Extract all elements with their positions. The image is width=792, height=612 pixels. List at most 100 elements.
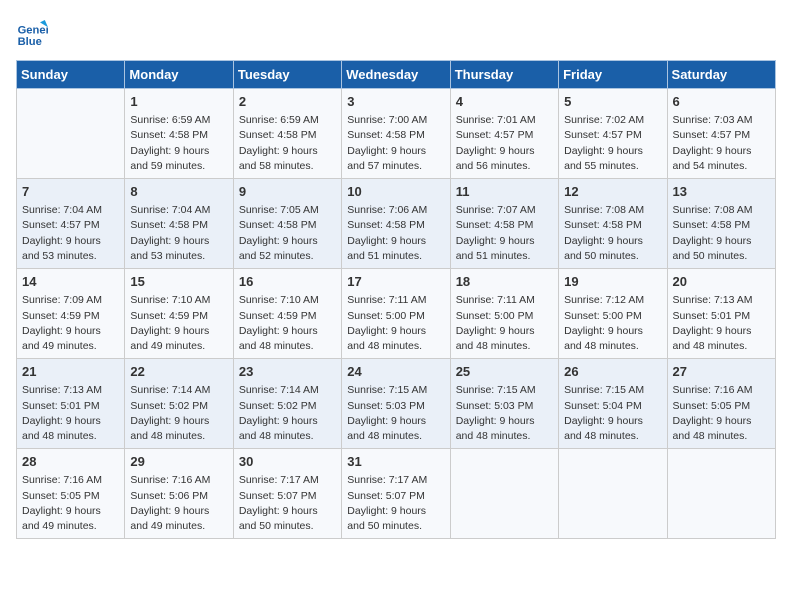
day-info: Sunrise: 7:15 AMSunset: 5:04 PMDaylight:… — [564, 383, 661, 444]
day-info: Sunrise: 7:07 AMSunset: 4:58 PMDaylight:… — [456, 203, 553, 264]
calendar-cell: 6Sunrise: 7:03 AMSunset: 4:57 PMDaylight… — [667, 89, 775, 179]
weekday-header: Saturday — [667, 61, 775, 89]
calendar-cell: 8Sunrise: 7:04 AMSunset: 4:58 PMDaylight… — [125, 179, 233, 269]
weekday-header: Monday — [125, 61, 233, 89]
calendar-cell: 27 Sunrise: 7:16 AMSunset: 5:05 PMDayligh… — [667, 359, 775, 449]
day-info: Sunrise: 7:17 AMSunset: 5:07 PMDaylight:… — [347, 473, 444, 534]
day-number: 15 — [130, 273, 227, 291]
calendar-cell: 29Sunrise: 7:16 AMSunset: 5:06 PMDayligh… — [125, 449, 233, 539]
day-info: Sunrise: 7:11 AMSunset: 5:00 PMDaylight:… — [347, 293, 444, 354]
day-info: Sunrise: 7:13 AMSunset: 5:01 PMDaylight:… — [673, 293, 770, 354]
calendar-cell — [667, 449, 775, 539]
calendar-cell: 11 Sunrise: 7:07 AMSunset: 4:58 PMDayligh… — [450, 179, 558, 269]
day-number: 5 — [564, 93, 661, 111]
day-number: 27 — [673, 363, 770, 381]
day-number: 16 — [239, 273, 336, 291]
day-info: Sunrise: 7:16 AMSunset: 5:05 PMDaylight:… — [673, 383, 770, 444]
calendar-header: SundayMondayTuesdayWednesdayThursdayFrid… — [17, 61, 776, 89]
day-number: 14 — [22, 273, 119, 291]
calendar-cell: 22 Sunrise: 7:14 AMSunset: 5:02 PMDayligh… — [125, 359, 233, 449]
day-info: Sunrise: 7:08 AMSunset: 4:58 PMDaylight:… — [673, 203, 770, 264]
calendar-cell: 3 Sunrise: 7:00 AMSunset: 4:58 PMDaylight… — [342, 89, 450, 179]
day-number: 29 — [130, 453, 227, 471]
day-number: 3 — [347, 93, 444, 111]
day-info: Sunrise: 7:08 AMSunset: 4:58 PMDaylight:… — [564, 203, 661, 264]
day-number: 11 — [456, 183, 553, 201]
calendar-cell: 28 Sunrise: 7:16 AMSunset: 5:05 PMDayligh… — [17, 449, 125, 539]
weekday-header: Thursday — [450, 61, 558, 89]
day-number: 12 — [564, 183, 661, 201]
calendar-cell: 14Sunrise: 7:09 AMSunset: 4:59 PMDayligh… — [17, 269, 125, 359]
day-info: Sunrise: 7:15 AMSunset: 5:03 PMDaylight:… — [456, 383, 553, 444]
calendar-week-row: 28 Sunrise: 7:16 AMSunset: 5:05 PMDayligh… — [17, 449, 776, 539]
calendar-cell: 4Sunrise: 7:01 AMSunset: 4:57 PMDaylight… — [450, 89, 558, 179]
logo: General Blue — [16, 16, 52, 48]
day-info: Sunrise: 7:12 AMSunset: 5:00 PMDaylight:… — [564, 293, 661, 354]
day-info: Sunrise: 7:14 AMSunset: 5:02 PMDaylight:… — [130, 383, 227, 444]
day-info: Sunrise: 7:00 AMSunset: 4:58 PMDaylight:… — [347, 113, 444, 174]
calendar-cell: 2 Sunrise: 6:59 AMSunset: 4:58 PMDaylight… — [233, 89, 341, 179]
day-info: Sunrise: 7:10 AMSunset: 4:59 PMDaylight:… — [239, 293, 336, 354]
day-info: Sunrise: 7:16 AMSunset: 5:05 PMDaylight:… — [22, 473, 119, 534]
day-number: 24 — [347, 363, 444, 381]
calendar-cell: 1 Sunrise: 6:59 AMSunset: 4:58 PMDaylight… — [125, 89, 233, 179]
day-number: 21 — [22, 363, 119, 381]
day-info: Sunrise: 7:04 AMSunset: 4:57 PMDaylight:… — [22, 203, 119, 264]
day-number: 31 — [347, 453, 444, 471]
day-number: 28 — [22, 453, 119, 471]
day-number: 9 — [239, 183, 336, 201]
day-info: Sunrise: 6:59 AMSunset: 4:58 PMDaylight:… — [130, 113, 227, 174]
day-info: Sunrise: 7:13 AMSunset: 5:01 PMDaylight:… — [22, 383, 119, 444]
day-number: 22 — [130, 363, 227, 381]
calendar-cell — [559, 449, 667, 539]
calendar-cell: 12 Sunrise: 7:08 AMSunset: 4:58 PMDayligh… — [559, 179, 667, 269]
day-info: Sunrise: 7:14 AMSunset: 5:02 PMDaylight:… — [239, 383, 336, 444]
calendar-cell: 31 Sunrise: 7:17 AMSunset: 5:07 PMDayligh… — [342, 449, 450, 539]
calendar-cell: 15 Sunrise: 7:10 AMSunset: 4:59 PMDayligh… — [125, 269, 233, 359]
day-number: 7 — [22, 183, 119, 201]
day-info: Sunrise: 7:05 AMSunset: 4:58 PMDaylight:… — [239, 203, 336, 264]
day-number: 10 — [347, 183, 444, 201]
day-info: Sunrise: 7:11 AMSunset: 5:00 PMDaylight:… — [456, 293, 553, 354]
logo-icon: General Blue — [16, 16, 48, 48]
calendar-cell: 26 Sunrise: 7:15 AMSunset: 5:04 PMDayligh… — [559, 359, 667, 449]
day-info: Sunrise: 6:59 AMSunset: 4:58 PMDaylight:… — [239, 113, 336, 174]
day-info: Sunrise: 7:06 AMSunset: 4:58 PMDaylight:… — [347, 203, 444, 264]
day-info: Sunrise: 7:17 AMSunset: 5:07 PMDaylight:… — [239, 473, 336, 534]
day-info: Sunrise: 7:10 AMSunset: 4:59 PMDaylight:… — [130, 293, 227, 354]
calendar-cell: 21 Sunrise: 7:13 AMSunset: 5:01 PMDayligh… — [17, 359, 125, 449]
calendar-cell: 7 Sunrise: 7:04 AMSunset: 4:57 PMDaylight… — [17, 179, 125, 269]
day-number: 20 — [673, 273, 770, 291]
page-header: General Blue — [16, 16, 776, 48]
calendar-cell: 16 Sunrise: 7:10 AMSunset: 4:59 PMDayligh… — [233, 269, 341, 359]
calendar-week-row: 14Sunrise: 7:09 AMSunset: 4:59 PMDayligh… — [17, 269, 776, 359]
calendar-week-row: 7 Sunrise: 7:04 AMSunset: 4:57 PMDaylight… — [17, 179, 776, 269]
svg-text:Blue: Blue — [18, 36, 42, 48]
weekday-header: Wednesday — [342, 61, 450, 89]
day-number: 17 — [347, 273, 444, 291]
calendar-cell: 10 Sunrise: 7:06 AMSunset: 4:58 PMDayligh… — [342, 179, 450, 269]
day-number: 1 — [130, 93, 227, 111]
day-number: 23 — [239, 363, 336, 381]
calendar-cell: 9 Sunrise: 7:05 AMSunset: 4:58 PMDaylight… — [233, 179, 341, 269]
day-number: 6 — [673, 93, 770, 111]
calendar-week-row: 1 Sunrise: 6:59 AMSunset: 4:58 PMDaylight… — [17, 89, 776, 179]
day-number: 8 — [130, 183, 227, 201]
day-info: Sunrise: 7:15 AMSunset: 5:03 PMDaylight:… — [347, 383, 444, 444]
day-number: 2 — [239, 93, 336, 111]
calendar-cell: 19 Sunrise: 7:12 AMSunset: 5:00 PMDayligh… — [559, 269, 667, 359]
svg-text:General: General — [18, 25, 48, 37]
calendar-cell — [17, 89, 125, 179]
day-number: 19 — [564, 273, 661, 291]
calendar-cell: 17 Sunrise: 7:11 AMSunset: 5:00 PMDayligh… — [342, 269, 450, 359]
calendar-cell — [450, 449, 558, 539]
day-number: 26 — [564, 363, 661, 381]
calendar-cell: 23 Sunrise: 7:14 AMSunset: 5:02 PMDayligh… — [233, 359, 341, 449]
calendar-table: SundayMondayTuesdayWednesdayThursdayFrid… — [16, 60, 776, 539]
day-number: 25 — [456, 363, 553, 381]
day-info: Sunrise: 7:02 AMSunset: 4:57 PMDaylight:… — [564, 113, 661, 174]
day-number: 30 — [239, 453, 336, 471]
calendar-cell: 18Sunrise: 7:11 AMSunset: 5:00 PMDayligh… — [450, 269, 558, 359]
weekday-header: Friday — [559, 61, 667, 89]
calendar-cell: 20 Sunrise: 7:13 AMSunset: 5:01 PMDayligh… — [667, 269, 775, 359]
